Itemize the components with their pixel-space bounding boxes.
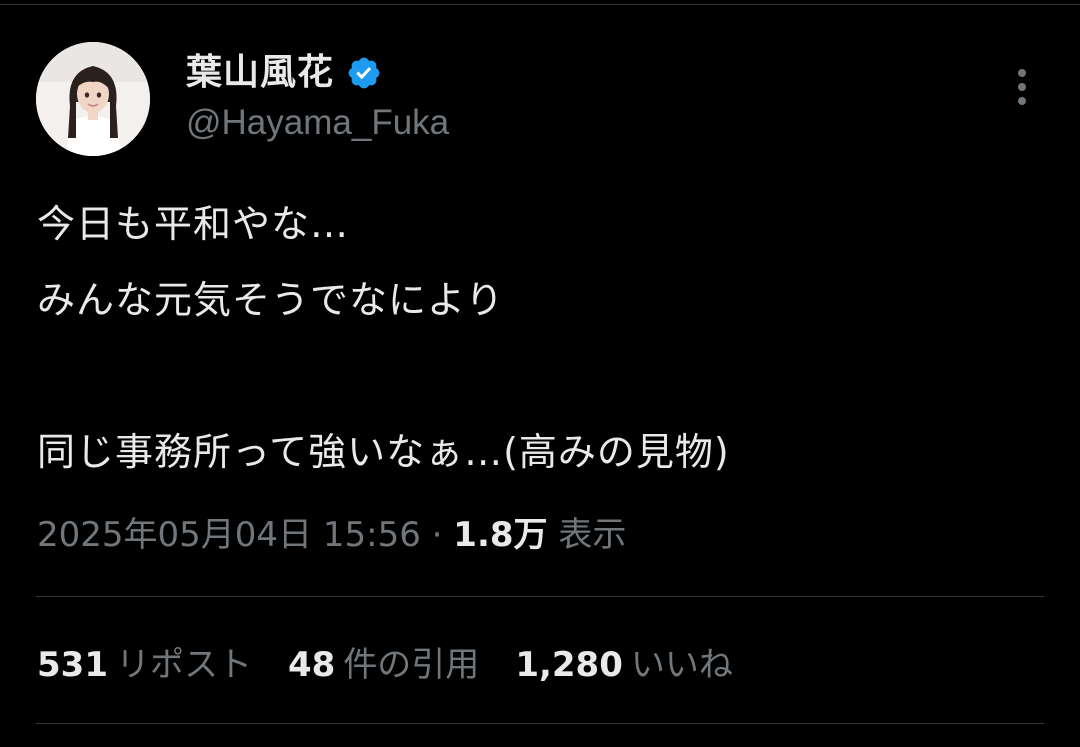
author-handle[interactable]: @Hayama_Fuka xyxy=(186,100,449,146)
retweets-label: リポスト xyxy=(115,645,252,685)
quotes-stat[interactable]: 48 件の引用 xyxy=(288,640,479,690)
retweets-stat[interactable]: 531 リポスト xyxy=(37,640,252,690)
more-vertical-icon[interactable] xyxy=(1011,68,1033,106)
views-label: 表示 xyxy=(558,515,627,555)
engagement-stats: 531 リポスト 48 件の引用 1,280 いいね xyxy=(37,640,769,690)
retweets-count: 531 xyxy=(37,645,108,685)
quotes-count: 48 xyxy=(287,645,336,685)
tweet-meta: 2025年05月04日 15:56 · 1.8万 表示 xyxy=(37,510,626,560)
meta-divider xyxy=(36,596,1044,597)
verified-badge-icon[interactable] xyxy=(346,55,382,91)
likes-label: いいね xyxy=(630,645,733,685)
tweet-author[interactable]: 葉山風花 @Hayama_Fuka xyxy=(186,50,449,146)
meta-separator: · xyxy=(431,515,443,555)
tweet-text: 今日も平和やな… みんな元気そうでなにより 同じ事務所って強いなぁ…(高みの見物… xyxy=(37,202,730,474)
top-divider xyxy=(0,4,1080,5)
likes-stat[interactable]: 1,280 いいね xyxy=(515,640,733,690)
author-display-name[interactable]: 葉山風花 xyxy=(186,50,334,96)
likes-count: 1,280 xyxy=(515,645,623,685)
views-count: 1.8万 xyxy=(453,515,548,555)
stats-divider xyxy=(36,723,1044,724)
author-name-row: 葉山風花 xyxy=(186,50,449,96)
quotes-label: 件の引用 xyxy=(343,645,480,685)
avatar[interactable] xyxy=(36,42,150,156)
tweet-timestamp[interactable]: 2025年05月04日 15:56 xyxy=(37,515,421,555)
avatar-image xyxy=(36,42,150,156)
